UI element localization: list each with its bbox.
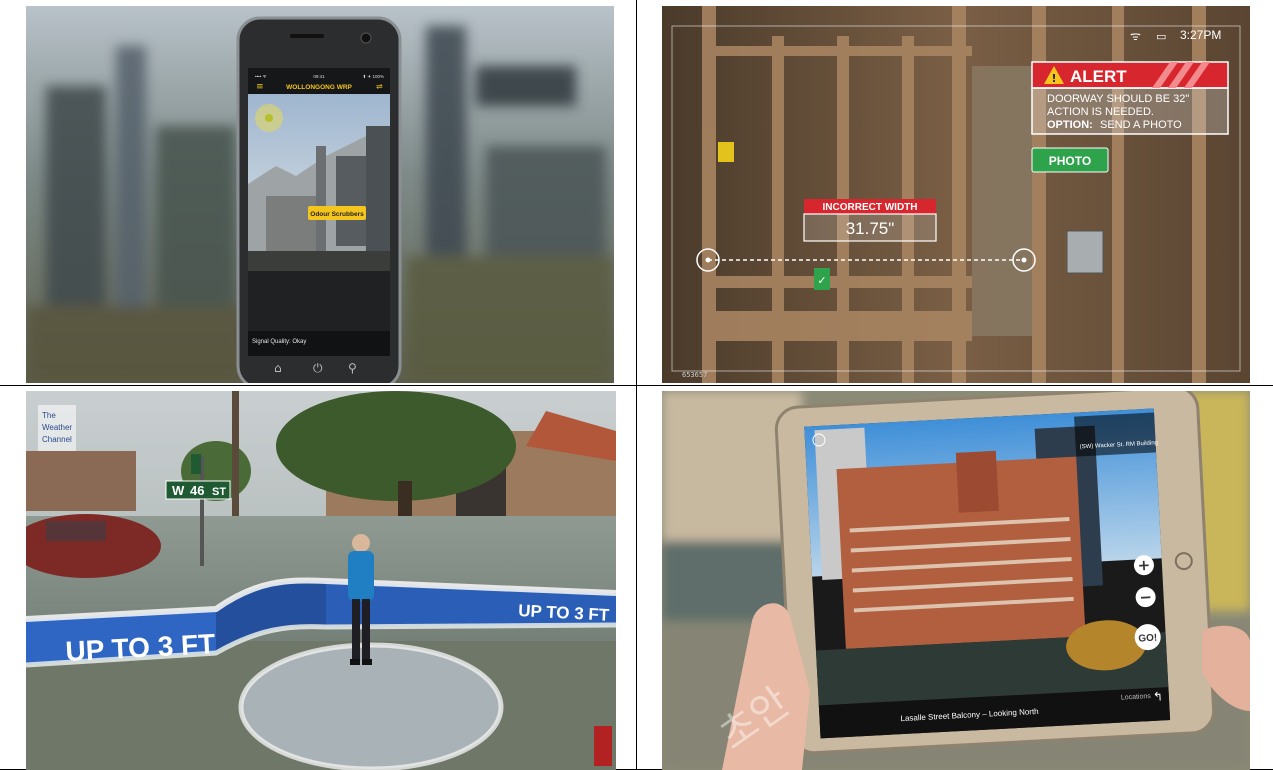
settings-icon: ⇌ [376, 82, 383, 91]
alert-option-label: OPTION: [1047, 119, 1093, 131]
house-left [26, 451, 136, 511]
power-icon: ⏻ [313, 361, 323, 375]
alert-line-2: ACTION IS NEEDED. [1047, 106, 1154, 118]
measure-value: 31.75" [846, 219, 895, 238]
alert-box: ! ALERT DOORWAY SHOULD BE 32" ACTION IS … [1031, 61, 1229, 135]
svg-text:GO!: GO! [1138, 633, 1157, 645]
panel-tablet-city-ar: (SW) Wacker St. RM Building Lasalle Stre… [662, 391, 1250, 770]
wifi-icon: ᯤ [1130, 29, 1141, 43]
corner-code: 653657 [682, 371, 707, 379]
app-title: WOLLONGONG WRP [286, 84, 352, 91]
svg-text:+: + [1137, 556, 1151, 575]
alert-option-text: SEND A PHOTO [1100, 119, 1182, 131]
status-left: •••• ᯤ [255, 74, 268, 79]
home-icon: ⌂ [274, 361, 282, 375]
svg-text:−: − [1139, 588, 1153, 607]
status-time: 09:41 [313, 74, 325, 79]
back-arrow-icon: ↰ [1152, 689, 1163, 704]
tree-canopy [276, 391, 516, 501]
image-grid: Odour Scrubbers •••• ᯤ 09:41 ⬆ ✈ 100% ≡ … [0, 0, 1273, 770]
logo-line-1: The [42, 411, 56, 420]
panel-weather-flood: W 46 ST UP TO 3 FT UP TO 3 FT The Weathe… [26, 391, 616, 770]
alert-title: ALERT [1070, 67, 1127, 86]
phone-camera [360, 32, 372, 44]
alert-line-1: DOORWAY SHOULD BE 32" [1047, 93, 1189, 105]
street-sign-num: 46 [190, 483, 204, 498]
panel-construction-alert: ᯤ ▭ 3:27PM ! ALERT DOORWAY SHOULD BE 32"… [662, 6, 1250, 383]
grid-divider-horizontal [0, 385, 1273, 386]
logo-line-3: Channel [42, 435, 72, 444]
electrical-box [1066, 230, 1104, 274]
yellow-marker-icon [718, 142, 734, 162]
logo-line-2: Weather [42, 423, 72, 432]
svg-text:✓: ✓ [817, 274, 826, 287]
measure-label: INCORRECT WIDTH [823, 202, 918, 213]
panel-phone-ar-app: Odour Scrubbers •••• ᯤ 09:41 ⬆ ✈ 100% ≡ … [26, 6, 614, 383]
street-sign-st: ST [212, 486, 226, 498]
battery-icon: ▭ [1156, 30, 1166, 43]
signal-quality-text: Signal Quality: Okay [252, 339, 306, 345]
street-sign-w: W [172, 483, 185, 498]
photo-button-label: PHOTO [1049, 154, 1091, 168]
red-hydrant [594, 726, 612, 766]
photo-button[interactable]: PHOTO [1031, 147, 1109, 173]
utility-pole [232, 391, 239, 531]
status-right: ⬆ ✈ 100% [362, 74, 384, 79]
hud-time: 3:27PM [1180, 28, 1221, 42]
ar-label-text: Odour Scrubbers [310, 211, 364, 218]
search-icon: ⚲ [348, 361, 357, 375]
menu-icon: ≡ [256, 82, 264, 92]
svg-text:!: ! [1051, 72, 1056, 85]
